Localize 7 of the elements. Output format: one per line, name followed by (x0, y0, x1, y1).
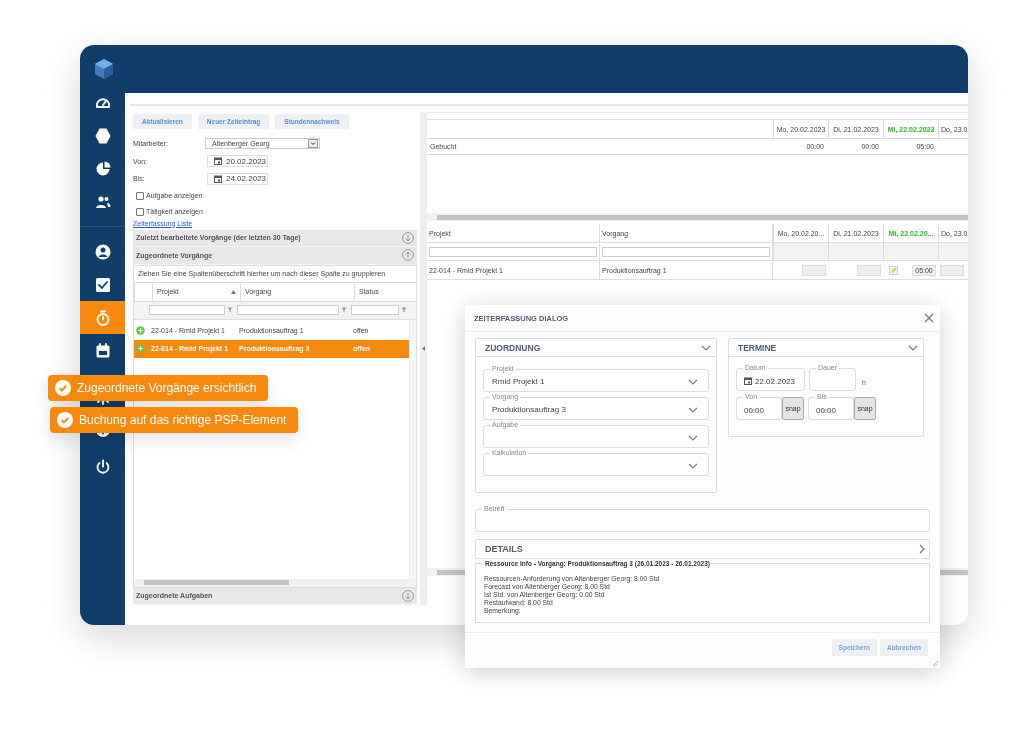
date-field[interactable]: 20.02.2023 (207, 155, 268, 168)
panel-title: TERMINE (738, 342, 777, 353)
date-field[interactable]: 24.02.2023 (207, 172, 268, 185)
details-header[interactable]: DETAILS (475, 539, 930, 559)
panel-title: ZUORDNUNG (485, 342, 541, 353)
feature-tooltip: Zugeordnete Vorgänge ersichtlich (48, 375, 269, 401)
feature-tooltip: Buchung auf das richtige PSP-Element (50, 407, 299, 433)
